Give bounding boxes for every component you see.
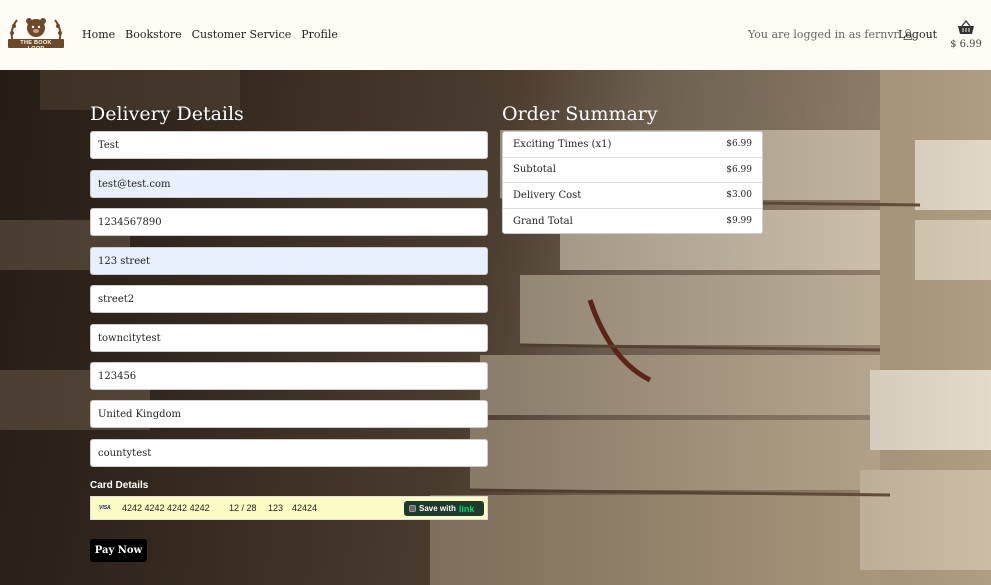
street-address-2-field[interactable]: street2 — [90, 285, 488, 313]
navbar: THE BOOK LOOP Home Bookstore Customer Se… — [0, 0, 991, 70]
summary-label: Exciting Times (x1) — [513, 138, 612, 150]
email-field[interactable]: test@test.com — [90, 170, 488, 198]
logo-text: THE BOOK LOOP — [20, 40, 52, 52]
summary-row-grand-total: Grand Total $9.99 — [503, 209, 762, 235]
summary-label: Delivery Cost — [513, 189, 582, 201]
card-cvc-input[interactable]: 123 — [268, 503, 283, 513]
summary-label: Grand Total — [513, 215, 573, 227]
visa-icon: VISA — [99, 505, 111, 511]
book-loop-logo[interactable]: THE BOOK LOOP — [5, 14, 67, 54]
link-brand-icon: link — [458, 503, 475, 514]
card-zip-input[interactable]: 42424 — [292, 503, 317, 513]
summary-amount: $3.00 — [726, 190, 752, 201]
checkbox-icon — [409, 505, 416, 512]
nav-link-profile[interactable]: Profile — [301, 28, 338, 41]
summary-label: Subtotal — [513, 164, 556, 176]
county-field[interactable]: countytest — [90, 439, 488, 467]
summary-row-delivery: Delivery Cost $3.00 — [503, 183, 762, 209]
link-save-label: Save with — [419, 504, 456, 513]
summary-amount: $6.99 — [726, 164, 752, 175]
summary-row-subtotal: Subtotal $6.99 — [503, 158, 762, 183]
basket-icon — [958, 19, 974, 34]
logout-link[interactable]: Logout — [898, 28, 937, 41]
card-element[interactable]: VISA 4242 4242 4242 4242 12 / 28 123 424… — [90, 496, 488, 520]
town-city-field[interactable]: towncitytest — [90, 324, 488, 352]
name-field[interactable]: Test — [90, 131, 488, 159]
country-select[interactable]: United Kingdom — [90, 400, 488, 428]
delivery-heading: Delivery Details — [90, 103, 244, 125]
cart-button[interactable]: $ 6.99 — [948, 19, 984, 50]
pay-now-button[interactable]: Pay Now — [90, 539, 147, 562]
phone-field[interactable]: 1234567890 — [90, 208, 488, 236]
login-status-text: You are logged in as fernvr — [748, 28, 899, 41]
save-with-link-button[interactable]: Save with link — [404, 501, 484, 516]
nav-link-bookstore[interactable]: Bookstore — [125, 28, 181, 41]
summary-amount: $9.99 — [726, 216, 752, 227]
login-status: You are logged in as fernvr — [748, 28, 913, 41]
nav-links: Home Bookstore Customer Service Profile — [82, 28, 338, 41]
card-number-input[interactable]: 4242 4242 4242 4242 — [122, 503, 210, 513]
summary-row-item: Exciting Times (x1) $6.99 — [503, 132, 762, 158]
summary-amount: $6.99 — [726, 139, 752, 150]
nav-link-customer-service[interactable]: Customer Service — [192, 28, 292, 41]
order-summary-heading: Order Summary — [502, 103, 658, 125]
order-summary-table: Exciting Times (x1) $6.99 Subtotal $6.99… — [502, 131, 763, 234]
street-address-1-field[interactable]: 123 street — [90, 247, 488, 275]
card-expiry-input[interactable]: 12 / 28 — [229, 503, 257, 513]
nav-link-home[interactable]: Home — [82, 28, 115, 41]
cart-total: $ 6.99 — [950, 39, 982, 50]
postcode-field[interactable]: 123456 — [90, 362, 488, 390]
card-details-label: Card Details — [90, 480, 149, 491]
